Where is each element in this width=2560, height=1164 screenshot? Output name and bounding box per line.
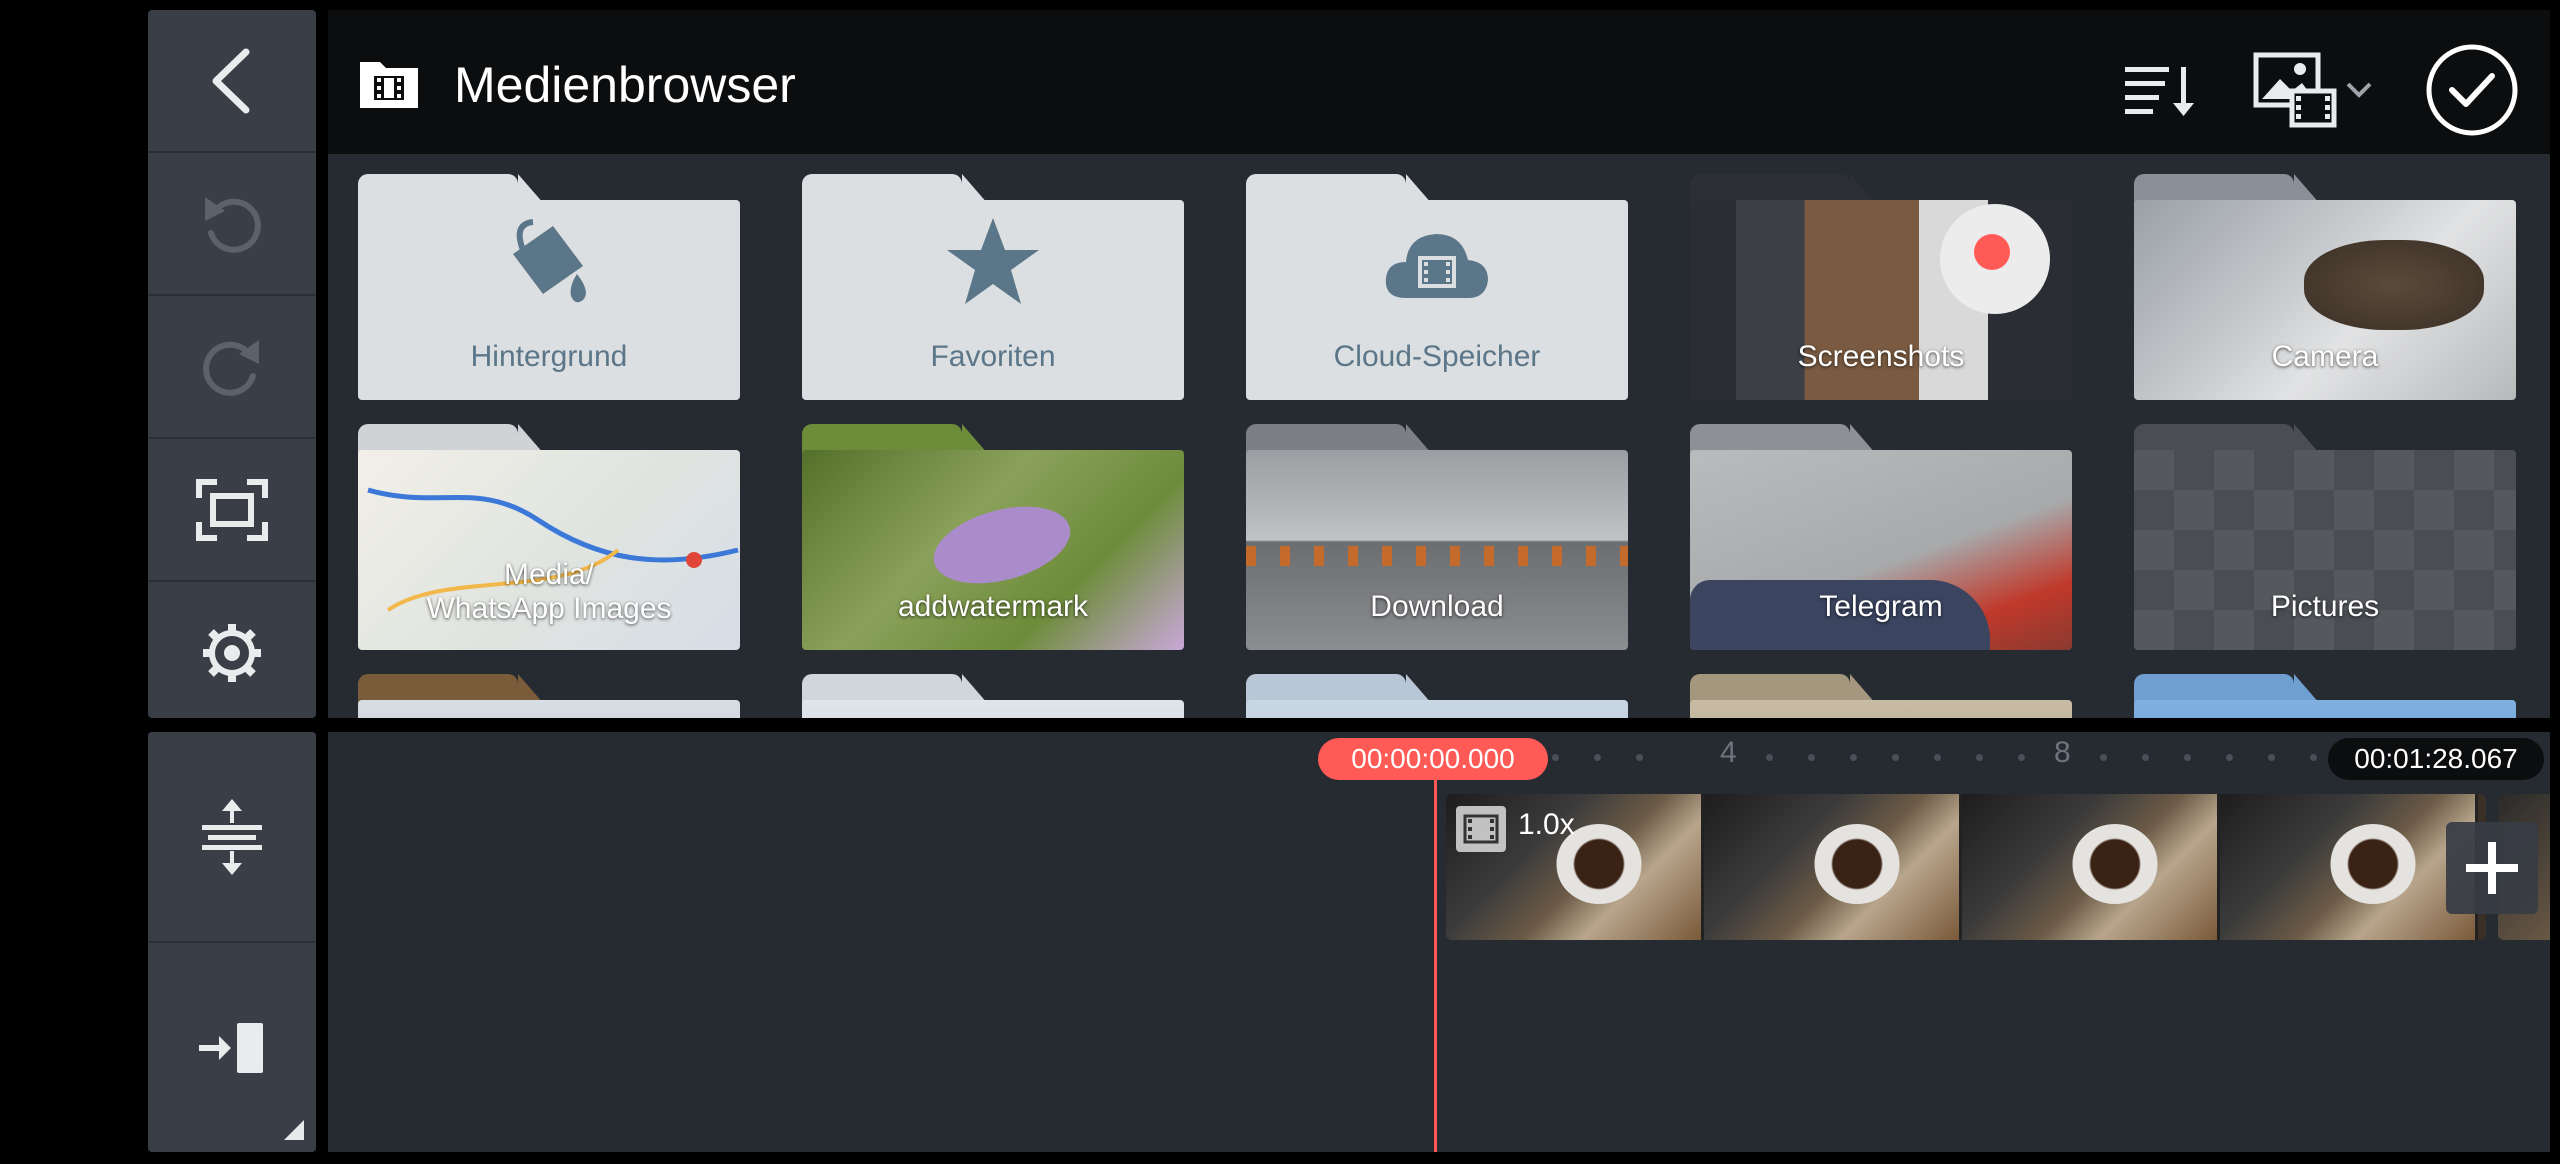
add-media-button[interactable]	[2446, 822, 2538, 914]
browser-header: Medienbrowser	[328, 10, 2550, 154]
folder-label: addwatermark	[897, 590, 1089, 623]
ruler-mark: 8	[2054, 736, 2071, 769]
total-duration: 00:01:28.067	[2328, 738, 2544, 780]
star-icon	[947, 218, 1039, 304]
cloud-icon	[1385, 234, 1488, 298]
folder-media-whatsapp-images[interactable]: Media/ WhatsApp Images	[358, 424, 740, 650]
folder-screenshots[interactable]: Screenshots	[1690, 174, 2072, 400]
media-type-dropdown[interactable]	[2248, 40, 2378, 140]
folder-partial[interactable]	[2134, 674, 2516, 718]
folder-partial[interactable]	[1690, 674, 2072, 718]
image-video-icon	[2253, 52, 2337, 128]
confirm-button[interactable]	[2422, 40, 2522, 140]
folder-pictures[interactable]: Pictures	[2134, 424, 2516, 650]
chevron-down-icon	[2346, 82, 2372, 98]
folder-favoriten[interactable]: Favoriten	[802, 174, 1184, 400]
settings-button[interactable]	[148, 582, 316, 718]
folder-cloud-speicher[interactable]: Cloud-Speicher	[1246, 174, 1628, 400]
expand-corner[interactable]	[284, 1120, 304, 1140]
redo-button[interactable]	[148, 296, 316, 439]
folder-download[interactable]: Download	[1246, 424, 1628, 650]
redo-icon	[203, 339, 259, 396]
folder-label: Download	[1370, 590, 1504, 623]
toolbar-rail	[148, 10, 316, 718]
folder-partial[interactable]	[802, 674, 1184, 718]
ruler-mark: 4	[1720, 736, 1737, 769]
playhead-time[interactable]: 00:00:00.000	[1318, 738, 1548, 780]
folder-addwatermark[interactable]: addwatermark	[802, 424, 1184, 650]
film-folder-icon	[360, 62, 418, 108]
clip-speed: 1.0x	[1518, 808, 1575, 841]
undo-button[interactable]	[148, 153, 316, 296]
undo-icon	[205, 196, 261, 253]
jump-to-end-icon	[199, 1022, 263, 1073]
fullscreen-button[interactable]	[148, 439, 316, 582]
jump-to-end-button[interactable]	[148, 943, 316, 1152]
fullscreen-icon	[196, 478, 268, 541]
folder-telegram[interactable]: Telegram	[1690, 424, 2072, 650]
checkmark-circle-icon	[2426, 44, 2518, 136]
back-button[interactable]	[148, 10, 316, 153]
folder-label: Media/ WhatsApp Images	[426, 558, 672, 625]
playhead[interactable]	[1434, 778, 1437, 1152]
timeline[interactable]: 4 8 00:00:00.000 00:01:28.067 1.0x	[328, 732, 2550, 1152]
clip-type-badge	[1456, 806, 1506, 852]
video-clip[interactable]: 1.0x	[1446, 794, 2486, 940]
page-title: Medienbrowser	[454, 57, 796, 113]
sort-list-icon	[2125, 67, 2194, 116]
folder-label: Telegram	[1819, 590, 1943, 623]
folder-partial[interactable]	[358, 674, 740, 718]
timeline-rail	[148, 732, 316, 1152]
folder-label: Favoriten	[930, 340, 1056, 373]
folder-label: Camera	[2271, 340, 2379, 373]
folder-partial[interactable]	[1246, 674, 1628, 718]
folder-label: Hintergrund	[470, 340, 628, 373]
sort-button[interactable]	[2116, 40, 2206, 140]
media-browser: Medienbrowser Hintergrund Favoriten Clou…	[328, 10, 2550, 718]
folder-label: Screenshots	[1797, 340, 1965, 373]
track-height-icon	[202, 798, 262, 875]
film-icon	[1463, 814, 1499, 844]
folder-camera[interactable]: Camera	[2134, 174, 2516, 400]
back-icon	[212, 48, 250, 113]
folder-hintergrund[interactable]: Hintergrund	[358, 174, 740, 400]
folder-label: Cloud-Speicher	[1333, 340, 1541, 373]
folder-grid: Hintergrund Favoriten Cloud-Speicher Scr…	[328, 154, 2550, 718]
paint-bucket-icon	[513, 219, 586, 303]
plus-icon	[2466, 842, 2518, 894]
folder-label: Pictures	[2270, 590, 2380, 623]
track-height-button[interactable]	[148, 732, 316, 943]
settings-icon	[203, 623, 261, 682]
